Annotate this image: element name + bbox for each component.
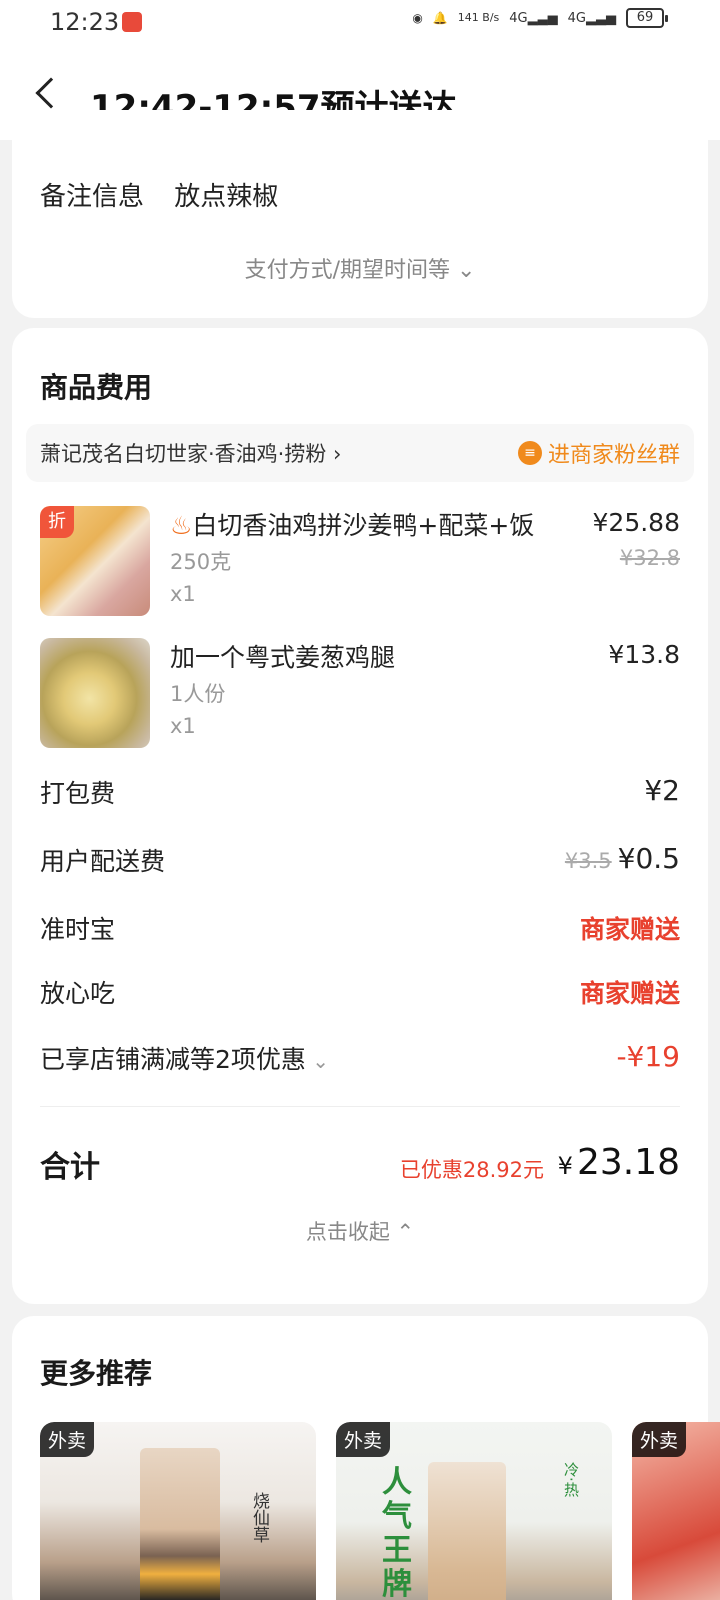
discount-row[interactable]: 已享店铺满减等2项优惠 ⌄ -¥19 — [40, 1040, 680, 1080]
signal-icon: 4G▂▃▅ — [509, 10, 558, 26]
discount-label[interactable]: 已享店铺满减等2项优惠 ⌄ — [40, 1040, 329, 1076]
battery-icon: 69 — [626, 8, 668, 28]
item-name: ♨白切香油鸡拼沙姜鸭+配菜+饭 — [170, 511, 535, 540]
item-original-price: ¥32.8 — [619, 546, 680, 570]
takeout-tag: 外卖 — [40, 1422, 95, 1457]
safe-eat-value: 商家赠送 — [579, 979, 680, 1008]
packing-fee-row: 打包费 ¥2 — [40, 774, 680, 814]
shop-row[interactable]: 萧记茂名白切世家·香油鸡·捞粉 › ≡ 进商家粉丝群 — [26, 424, 694, 482]
fees-title: 商品费用 — [40, 371, 153, 404]
chevron-up-icon: ⌃ — [396, 1220, 415, 1244]
more-options-label: 支付方式/期望时间等 — [244, 258, 450, 283]
recommend-item[interactable]: 外卖 烧仙草 — [40, 1422, 316, 1600]
ontime-label: 准时宝 — [40, 915, 116, 944]
delivery-fee-label: 用户配送费 — [40, 847, 166, 876]
note-value: 放点辣椒 — [174, 182, 279, 212]
order-item[interactable]: 加一个粤式姜葱鸡腿 1人份 x1 ¥13.8 — [40, 638, 680, 750]
status-time: 12:23 — [50, 8, 120, 36]
shop-name[interactable]: 萧记茂名白切世家·香油鸡·捞粉 › — [40, 438, 341, 468]
chat-icon: ≡ — [517, 441, 542, 465]
ontime-value: 商家赠送 — [579, 915, 680, 944]
takeout-tag: 外卖 — [632, 1422, 687, 1457]
product-name: 烧仙草 — [249, 1492, 269, 1543]
net-speed: 141 B/s — [457, 11, 500, 24]
chevron-down-icon: ⌄ — [456, 258, 476, 283]
safe-eat-row: 放心吃 商家赠送 — [40, 974, 680, 1014]
status-icons: ◉ 🔔 141 B/s 4G▂▃▅ 4G▂▃▅ 69 — [412, 8, 668, 28]
promo-text: 人气王牌 — [382, 1465, 412, 1600]
signal-icon-2: 4G▂▃▅ — [567, 10, 616, 26]
total-value: ¥23.18 — [557, 1142, 680, 1183]
delivery-fee-row: 用户配送费 ¥3.5 ¥0.5 — [40, 842, 680, 882]
fees-card: 商品费用 萧记茂名白切世家·香油鸡·捞粉 › ≡ 进商家粉丝群 折 ♨白切香油鸡… — [12, 328, 708, 1304]
packing-fee-label: 打包费 — [40, 779, 116, 808]
collapse-toggle[interactable]: 点击收起 ⌃ — [12, 1216, 708, 1246]
fire-icon: ♨ — [170, 511, 193, 540]
delivery-fee-original: ¥3.5 — [564, 849, 612, 873]
packing-fee-value: ¥2 — [644, 774, 680, 807]
recommend-item[interactable]: 外卖 人气王牌 冷·热 — [336, 1422, 612, 1600]
status-bar: 12:23 ◉ 🔔 141 B/s 4G▂▃▅ 4G▂▃▅ 69 — [0, 0, 720, 48]
item-price: ¥25.88 — [592, 508, 680, 537]
item-spec: 250克 — [170, 550, 232, 574]
fans-group-button[interactable]: ≡ 进商家粉丝群 — [517, 437, 680, 469]
ontime-row: 准时宝 商家赠送 — [40, 910, 680, 950]
recommend-item[interactable]: 外卖 — [632, 1422, 720, 1600]
item-image — [40, 638, 150, 748]
location-icon: ◉ — [412, 11, 423, 25]
item-price: ¥13.8 — [608, 640, 680, 669]
recommend-title: 更多推荐 — [40, 1357, 153, 1390]
order-item[interactable]: 折 ♨白切香油鸡拼沙姜鸭+配菜+饭 250克 x1 ¥25.88 ¥32.8 — [40, 506, 680, 618]
item-qty: x1 — [170, 714, 196, 738]
more-options-toggle[interactable]: 支付方式/期望时间等 ⌄ — [12, 252, 708, 284]
chevron-right-icon: › — [333, 442, 342, 466]
drink-image — [428, 1462, 506, 1600]
note-label: 备注信息 — [40, 182, 145, 212]
safe-eat-label: 放心吃 — [40, 979, 116, 1008]
drink-image — [140, 1448, 220, 1600]
discount-badge: 折 — [40, 506, 74, 538]
app-notification-icon — [122, 12, 142, 32]
takeout-tag: 外卖 — [336, 1422, 391, 1457]
notes-card: 备注信息 放点辣椒 支付方式/期望时间等 ⌄ — [12, 110, 708, 318]
item-name: 加一个粤式姜葱鸡腿 — [170, 643, 396, 672]
note-row: 备注信息 放点辣椒 — [40, 176, 278, 213]
total-label: 合计 — [40, 1150, 100, 1185]
divider — [40, 1106, 680, 1107]
collapse-label: 点击收起 — [305, 1220, 390, 1244]
chevron-down-icon: ⌄ — [305, 1049, 330, 1073]
fans-group-label: 进商家粉丝群 — [547, 443, 680, 468]
discount-value: -¥19 — [616, 1040, 680, 1073]
saved-amount: 已优惠28.92元 — [399, 1158, 544, 1182]
item-image: 折 — [40, 506, 150, 616]
delivery-fee-value: ¥3.5 ¥0.5 — [564, 842, 680, 875]
mute-icon: 🔔 — [432, 11, 448, 25]
item-spec: 1人份 — [170, 682, 226, 706]
item-qty: x1 — [170, 582, 196, 606]
recommend-card: 更多推荐 外卖 烧仙草 外卖 人气王牌 冷·热 外卖 — [12, 1316, 720, 1600]
back-arrow-icon[interactable] — [35, 77, 67, 109]
hot-cold-label: 冷·热 — [562, 1462, 580, 1497]
